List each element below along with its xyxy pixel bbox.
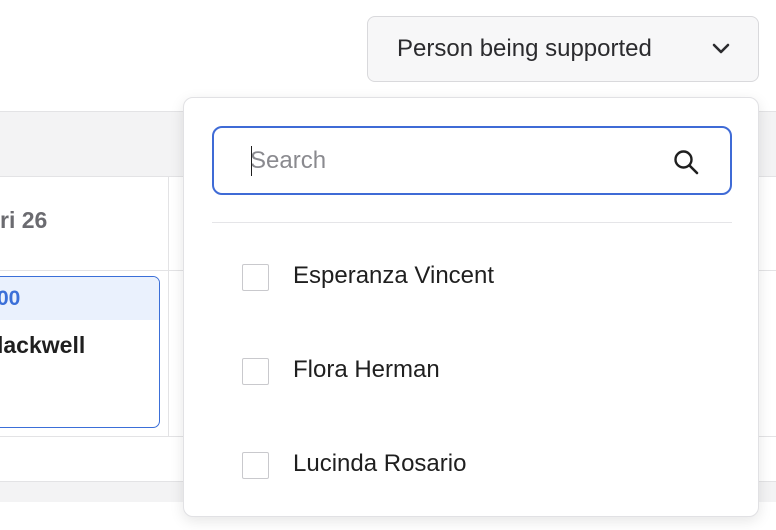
panel-divider	[212, 222, 732, 223]
person-option-list: Esperanza Vincent Flora Herman Lucinda R…	[242, 248, 722, 530]
search-input[interactable]	[250, 140, 650, 181]
option-label: Lucinda Rosario	[293, 450, 467, 477]
option-label: Flora Herman	[293, 356, 440, 383]
option-checkbox[interactable]	[242, 452, 269, 479]
calendar-event-card[interactable]: 00 lackwell	[0, 276, 160, 428]
calendar-column-divider	[168, 177, 169, 437]
person-filter-dropdown[interactable]: Person being supported	[367, 16, 759, 82]
calendar-event-time: 00	[0, 277, 159, 320]
calendar-day-label: ri 26	[0, 207, 48, 233]
search-icon[interactable]	[672, 148, 700, 176]
text-caret	[251, 146, 252, 176]
option-checkbox[interactable]	[242, 358, 269, 385]
person-option[interactable]: Flora Herman	[242, 342, 722, 436]
person-option[interactable]: Lucinda Rosario	[242, 436, 722, 530]
person-option[interactable]: Esperanza Vincent	[242, 248, 722, 342]
person-filter-panel: Esperanza Vincent Flora Herman Lucinda R…	[183, 97, 759, 517]
search-box[interactable]	[212, 126, 732, 195]
option-checkbox[interactable]	[242, 264, 269, 291]
option-label: Esperanza Vincent	[293, 262, 495, 289]
chevron-down-icon	[710, 38, 732, 60]
calendar-event-title: lackwell	[0, 332, 86, 358]
person-filter-label: Person being supported	[397, 35, 652, 62]
